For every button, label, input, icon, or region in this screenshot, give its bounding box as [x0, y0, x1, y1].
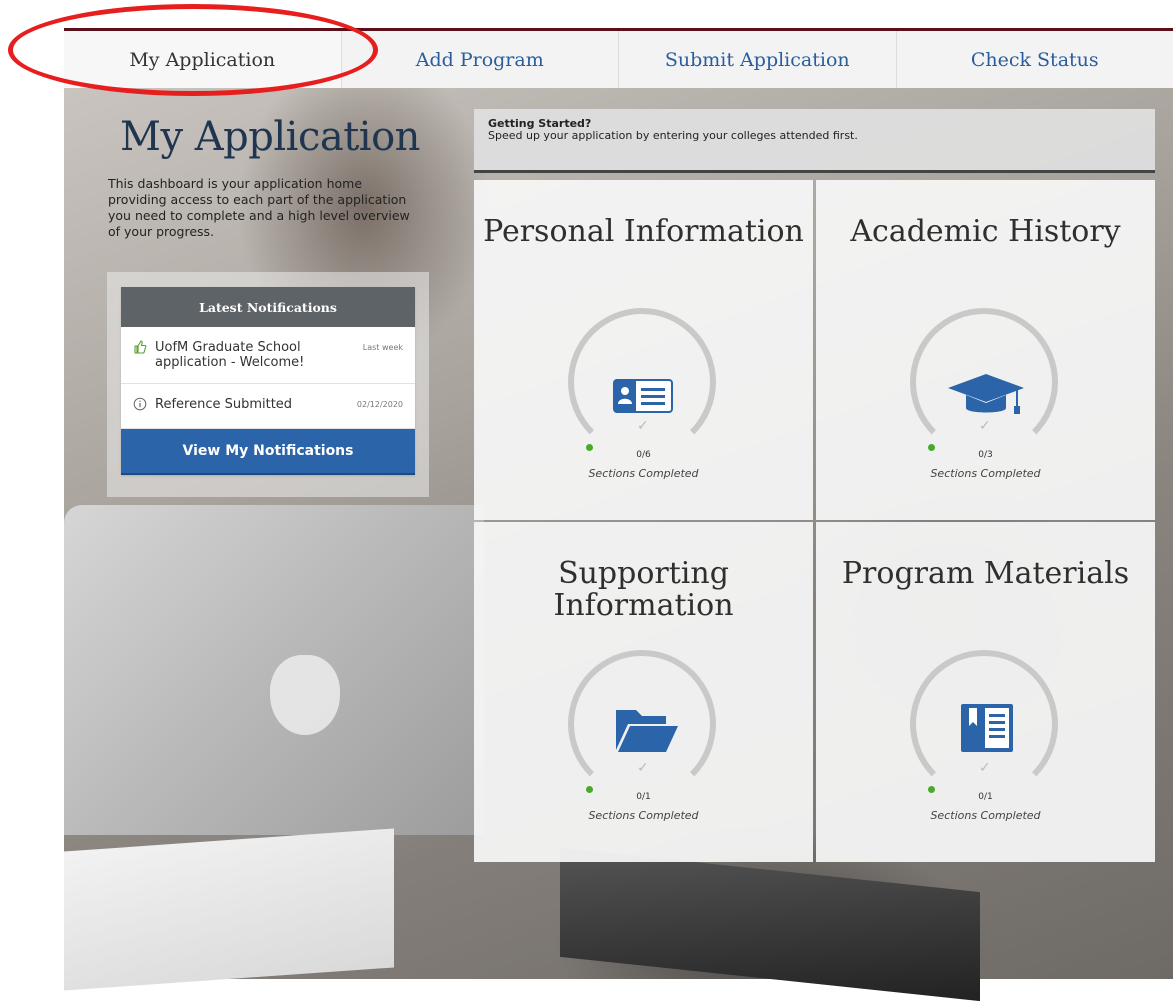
notification-time: 02/12/2020 — [357, 400, 403, 409]
check-icon: ✓ — [979, 418, 991, 434]
getting-started-text: Speed up your application by entering yo… — [488, 130, 898, 142]
paper-image — [64, 828, 394, 990]
check-icon: ✓ — [637, 418, 649, 434]
progress-label: Sections Completed — [474, 467, 813, 480]
id-card-icon — [613, 376, 673, 416]
getting-started-banner: Getting Started? Speed up your applicati… — [474, 109, 1155, 173]
progress-count: 0/1 — [474, 792, 813, 802]
thumbs-up-icon — [133, 340, 155, 358]
sections-grid: Personal Information ✓ 0/6 Sections Comp… — [474, 180, 1155, 862]
check-icon: ✓ — [637, 760, 649, 776]
progress-count: 0/3 — [816, 450, 1155, 460]
card-academic-history[interactable]: Academic History ✓ 0/3 Sections Complete… — [816, 180, 1155, 520]
folder-icon — [614, 704, 680, 754]
notifications-panel: Latest Notifications UofM Graduate Schoo… — [121, 287, 415, 475]
notification-item[interactable]: Reference Submitted 02/12/2020 — [121, 384, 415, 429]
progress-count: 0/1 — [816, 792, 1155, 802]
graduation-cap-icon — [946, 370, 1026, 420]
notification-time: Last week — [363, 343, 403, 352]
apple-logo-image — [270, 655, 340, 735]
progress-label: Sections Completed — [816, 467, 1155, 480]
view-notifications-button[interactable]: View My Notifications — [121, 429, 415, 475]
tab-check-status[interactable]: Check Status — [897, 31, 1173, 88]
notification-text: Reference Submitted — [155, 397, 357, 412]
card-personal-information[interactable]: Personal Information ✓ 0/6 Sections Comp… — [474, 180, 813, 520]
card-title: Supporting Information — [474, 558, 813, 622]
page-description: This dashboard is your application home … — [108, 176, 424, 240]
tab-my-application[interactable]: My Application — [64, 31, 342, 88]
card-program-materials[interactable]: Program Materials ✓ 0/1 Sections Complet… — [816, 522, 1155, 862]
card-title: Academic History — [816, 216, 1155, 248]
page-title: My Application — [120, 114, 440, 160]
check-icon: ✓ — [979, 760, 991, 776]
progress-label: Sections Completed — [474, 809, 813, 822]
info-icon — [133, 397, 155, 415]
laptop-image — [64, 505, 484, 835]
book-icon — [959, 702, 1015, 754]
notification-text: UofM Graduate School application - Welco… — [155, 340, 363, 370]
card-title: Program Materials — [816, 558, 1155, 590]
card-title: Personal Information — [474, 216, 813, 248]
notifications-header: Latest Notifications — [121, 287, 415, 327]
tab-submit-application[interactable]: Submit Application — [619, 31, 897, 88]
card-supporting-information[interactable]: Supporting Information ✓ 0/1 Sections Co… — [474, 522, 813, 862]
tab-add-program[interactable]: Add Program — [342, 31, 620, 88]
notification-item[interactable]: UofM Graduate School application - Welco… — [121, 327, 415, 384]
progress-count: 0/6 — [474, 450, 813, 460]
main-nav: My Application Add Program Submit Applic… — [64, 31, 1173, 88]
progress-label: Sections Completed — [816, 809, 1155, 822]
